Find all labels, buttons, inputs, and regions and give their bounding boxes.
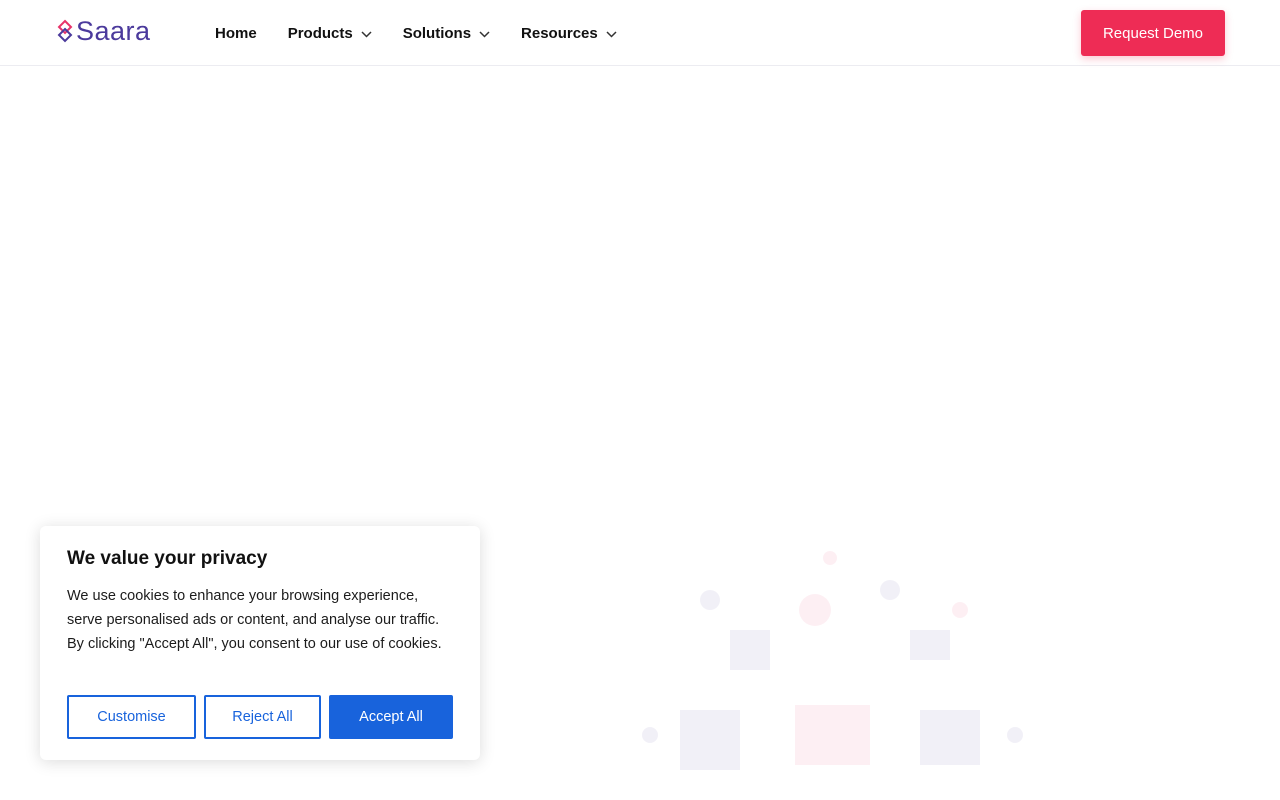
nav-item-products[interactable]: Products	[288, 0, 372, 66]
saara-logo-icon	[57, 19, 73, 43]
accept-all-button[interactable]: Accept All	[329, 695, 453, 739]
nav-item-label: Solutions	[402, 24, 472, 42]
request-demo-button[interactable]: Request Demo	[1081, 10, 1225, 56]
reject-all-button[interactable]: Reject All	[204, 695, 321, 739]
chevron-down-icon	[606, 25, 617, 42]
background-illustration	[642, 551, 1023, 770]
nav-item-label: Resources	[521, 24, 598, 42]
chevron-down-icon	[479, 25, 490, 42]
cookie-consent-banner: We value your privacy We use cookies to …	[40, 526, 480, 760]
site-header: Saara Home Products Solutions Resources …	[0, 0, 1280, 66]
cookie-banner-title: We value your privacy	[67, 548, 268, 569]
cookie-banner-actions: Customise Reject All Accept All	[67, 695, 453, 739]
nav-item-resources[interactable]: Resources	[521, 0, 617, 66]
chevron-down-icon	[361, 25, 372, 42]
saara-logo[interactable]: Saara	[56, 16, 151, 46]
nav-item-label: Products	[287, 24, 353, 42]
main-nav: Home Products Solutions Resources	[215, 0, 648, 66]
customise-button[interactable]: Customise	[67, 695, 196, 739]
nav-item-solutions[interactable]: Solutions	[403, 0, 490, 66]
cookie-banner-description: We use cookies to enhance your browsing …	[67, 588, 442, 652]
nav-item-home[interactable]: Home	[215, 0, 257, 66]
logo-wordmark: Saara	[76, 16, 151, 46]
nav-item-label: Home	[215, 24, 257, 42]
